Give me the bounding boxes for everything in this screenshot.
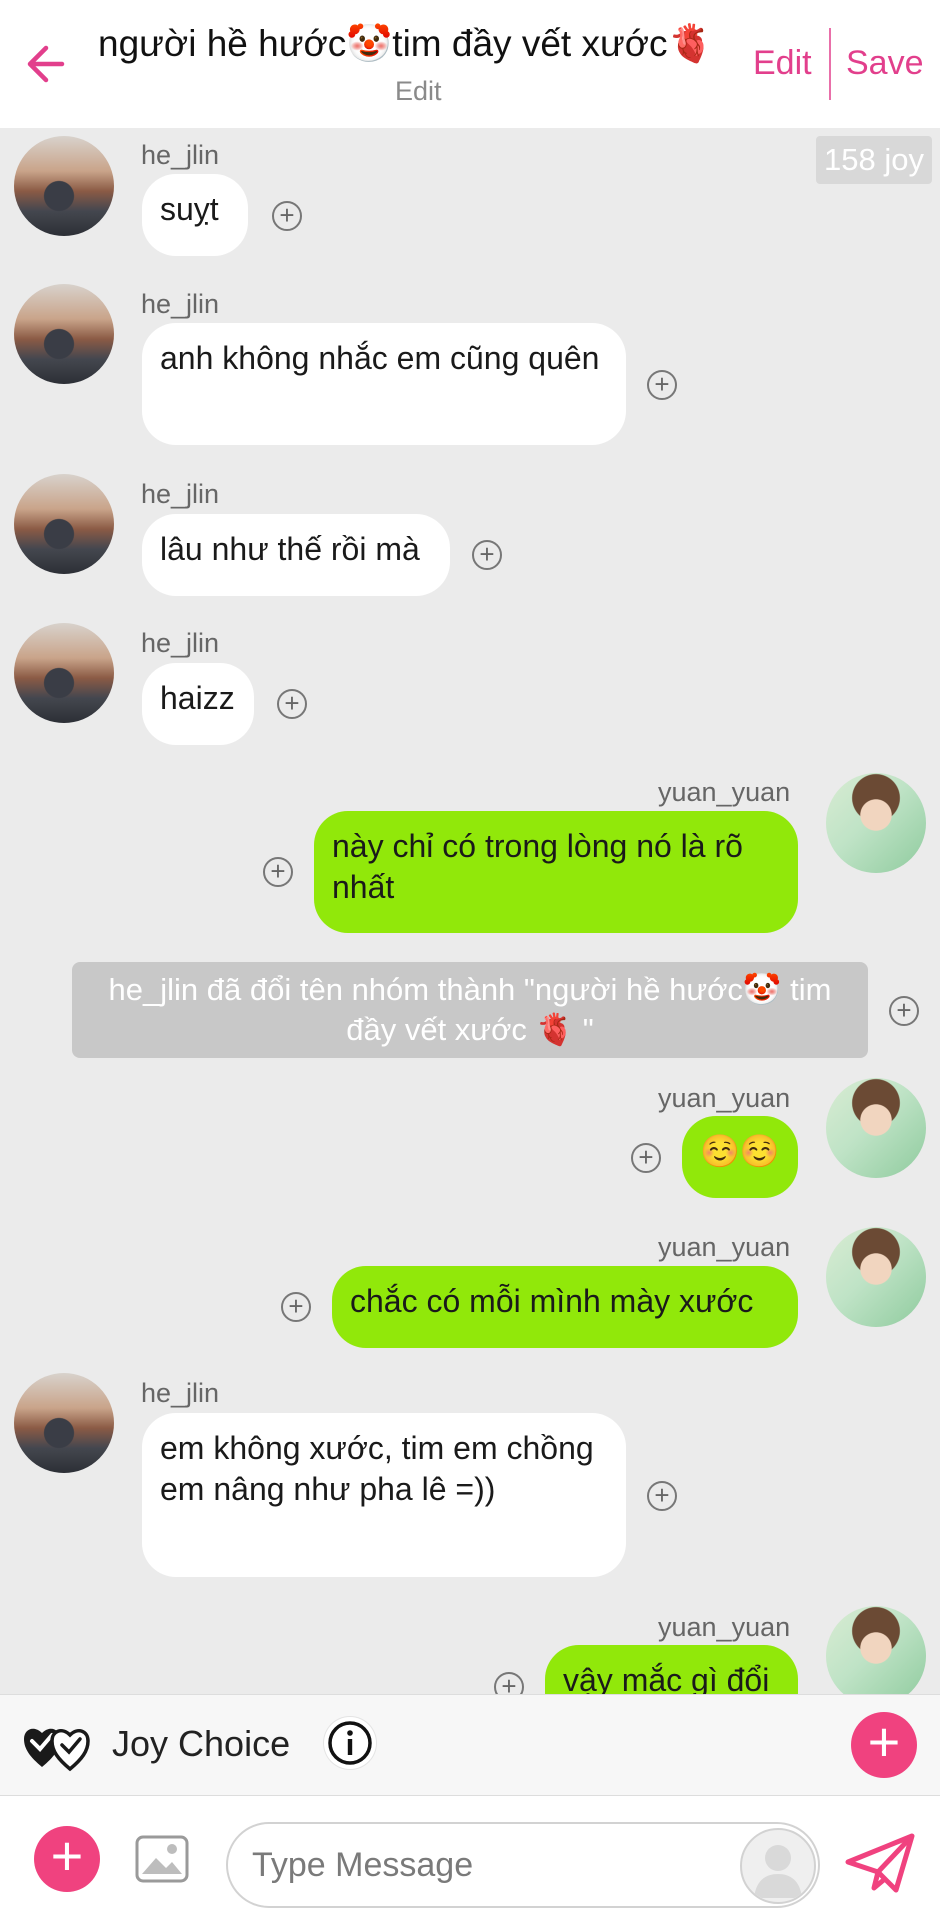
message-input[interactable] <box>226 1822 820 1908</box>
joy-choice-bar: Joy Choice + <box>0 1694 940 1795</box>
group-title[interactable]: người hề hước🤡tim đầy vết xước🫀 <box>98 20 730 68</box>
edit-subtitle[interactable]: Edit <box>395 76 442 107</box>
message-bubble[interactable]: chắc có mỗi mình mày xước <box>332 1266 798 1348</box>
sender-name: he_jlin <box>141 1378 220 1408</box>
back-arrow-icon[interactable] <box>22 36 78 92</box>
avatar[interactable] <box>14 284 114 384</box>
avatar[interactable] <box>14 1373 114 1473</box>
add-reaction-icon[interactable]: + <box>889 996 919 1026</box>
add-reaction-icon[interactable]: + <box>272 201 302 231</box>
add-reaction-icon[interactable]: + <box>263 857 293 887</box>
user-avatar-icon[interactable] <box>740 1828 816 1904</box>
avatar[interactable] <box>826 1078 926 1178</box>
message-bubble[interactable]: suỵt <box>142 174 248 256</box>
message-bubble[interactable]: haizz <box>142 663 254 745</box>
avatar[interactable] <box>14 136 114 236</box>
message-composer: + <box>0 1795 940 1921</box>
image-icon[interactable] <box>134 1834 190 1884</box>
joy-choice-label[interactable]: Joy Choice <box>112 1723 290 1765</box>
header-divider <box>829 28 831 100</box>
sender-name: yuan_yuan <box>658 1083 791 1113</box>
add-reaction-icon[interactable]: + <box>647 1481 677 1511</box>
save-button[interactable]: Save <box>846 44 924 83</box>
sender-name: he_jlin <box>141 479 220 509</box>
avatar[interactable] <box>826 773 926 873</box>
joy-add-button[interactable]: + <box>851 1712 917 1778</box>
system-message: he_jlin đã đổi tên nhóm thành "người hề … <box>72 962 868 1058</box>
attach-plus-button[interactable]: + <box>34 1826 100 1892</box>
sender-name: he_jlin <box>141 140 220 170</box>
message-bubble[interactable]: em không xước, tim em chồng em nâng như … <box>142 1413 626 1577</box>
double-check-heart-icon <box>24 1728 90 1772</box>
avatar[interactable] <box>14 474 114 574</box>
avatar[interactable] <box>826 1606 926 1706</box>
add-reaction-icon[interactable]: + <box>472 540 502 570</box>
sender-name: he_jlin <box>141 289 220 319</box>
add-reaction-icon[interactable]: + <box>647 370 677 400</box>
add-reaction-icon[interactable]: + <box>281 1292 311 1322</box>
edit-button[interactable]: Edit <box>753 44 812 83</box>
avatar[interactable] <box>14 623 114 723</box>
joy-count-badge: 158 joy <box>816 136 932 184</box>
message-bubble[interactable]: lâu như thế rồi mà <box>142 514 450 596</box>
avatar[interactable] <box>826 1227 926 1327</box>
message-bubble[interactable]: anh không nhắc em cũng quên <box>142 323 626 445</box>
send-icon[interactable] <box>844 1832 916 1894</box>
message-bubble[interactable]: này chỉ có trong lòng nó là rõ nhất <box>314 811 798 933</box>
message-bubble[interactable]: ☺️☺️ <box>682 1116 798 1198</box>
sender-name: yuan_yuan <box>658 777 791 807</box>
sender-name: yuan_yuan <box>658 1232 791 1262</box>
sender-name: he_jlin <box>141 628 220 658</box>
add-reaction-icon[interactable]: + <box>277 689 307 719</box>
add-reaction-icon[interactable]: + <box>631 1143 661 1173</box>
info-icon[interactable] <box>324 1717 376 1769</box>
sender-name: yuan_yuan <box>658 1612 791 1642</box>
chat-header: người hề hước🤡tim đầy vết xước🫀 Edit Edi… <box>0 0 940 128</box>
